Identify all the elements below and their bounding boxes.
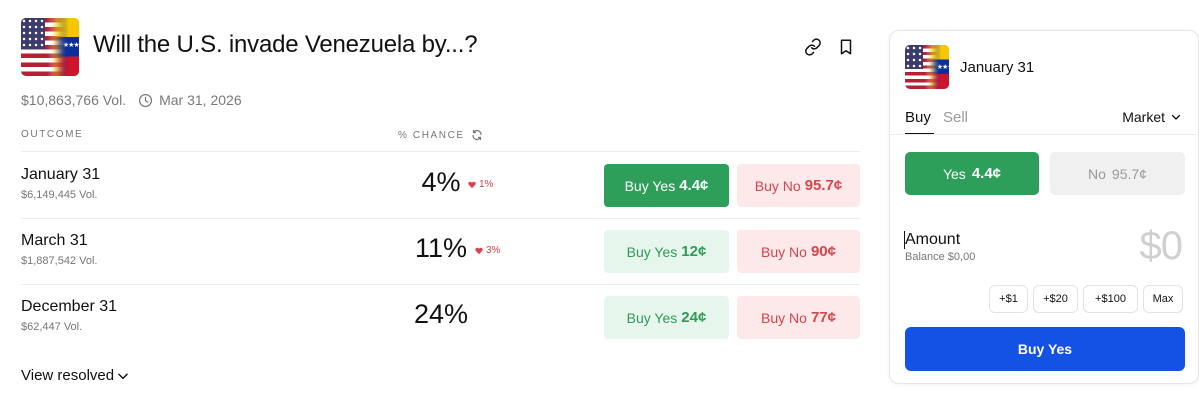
quick-add-1-button[interactable]: +$1 bbox=[989, 285, 1028, 313]
outcome-no-price: 95.7¢ bbox=[1111, 165, 1147, 182]
tab-buy[interactable]: Buy bbox=[905, 109, 934, 135]
outcome-volume: $6,149,445 Vol. bbox=[21, 189, 98, 201]
link-icon[interactable] bbox=[804, 38, 822, 56]
order-type-dropdown[interactable]: Market bbox=[1122, 109, 1182, 125]
market-end-date: Mar 31, 2026 bbox=[159, 92, 242, 108]
buy-no-label: Buy No bbox=[754, 177, 801, 194]
view-resolved-label: View resolved bbox=[21, 367, 115, 384]
submit-buy-button[interactable]: Buy Yes bbox=[905, 327, 1185, 371]
buy-yes-label: Buy Yes bbox=[626, 309, 678, 326]
buy-yes-price: 12¢ bbox=[681, 243, 707, 260]
amount-input[interactable]: $0 bbox=[1140, 224, 1183, 269]
outcome-row[interactable]: December 31 $62,447 Vol. 24% Buy Yes 24¢… bbox=[21, 284, 860, 350]
heart-down-icon bbox=[475, 247, 483, 254]
amount-label: Amount bbox=[903, 231, 961, 249]
outcome-column-header: OUTCOME bbox=[21, 129, 84, 140]
chance-column-label: % CHANCE bbox=[398, 129, 465, 141]
outcome-name: December 31 bbox=[21, 298, 118, 315]
market-title: Will the U.S. invade Venezuela by...? bbox=[93, 31, 478, 58]
outcome-row[interactable]: March 31 $1,887,542 Vol. 11% 3% Buy Yes … bbox=[21, 218, 860, 284]
balance-text: Balance $0,00 bbox=[905, 251, 976, 263]
order-type-label: Market bbox=[1122, 109, 1165, 125]
tab-sell[interactable]: Sell bbox=[943, 109, 968, 126]
market-flag-image bbox=[21, 18, 79, 76]
buy-no-button[interactable]: Buy No 95.7¢ bbox=[737, 164, 860, 207]
chance-change: 3% bbox=[475, 245, 500, 256]
bookmark-icon[interactable] bbox=[837, 38, 855, 56]
chance-change: 1% bbox=[468, 179, 493, 190]
trade-panel: January 31 Buy Sell Market Yes 4.4¢ No 9… bbox=[889, 30, 1199, 384]
buy-no-label: Buy No bbox=[761, 309, 807, 326]
outcome-flag-image bbox=[905, 45, 949, 89]
outcome-name: January 31 bbox=[21, 166, 101, 183]
chance-change-value: 3% bbox=[486, 245, 501, 256]
buy-yes-label: Buy Yes bbox=[624, 177, 676, 194]
chance-change-value: 1% bbox=[479, 179, 494, 190]
quick-add-20-button[interactable]: +$20 bbox=[1033, 285, 1078, 313]
chevron-down-icon bbox=[1171, 114, 1181, 120]
outcome-no-button[interactable]: No 95.7¢ bbox=[1050, 152, 1185, 195]
outcome-yes-price: 4.4¢ bbox=[971, 165, 1002, 182]
buy-no-price: 77¢ bbox=[810, 309, 836, 326]
buy-yes-button[interactable]: Buy Yes 24¢ bbox=[604, 296, 729, 339]
outcome-yes-button[interactable]: Yes 4.4¢ bbox=[905, 152, 1039, 195]
buy-no-button[interactable]: Buy No 77¢ bbox=[737, 296, 860, 339]
buy-yes-price: 4.4¢ bbox=[679, 177, 709, 194]
heart-down-icon bbox=[468, 181, 476, 188]
buy-yes-button[interactable]: Buy Yes 4.4¢ bbox=[604, 164, 729, 207]
market-meta: $10,863,766 Vol. Mar 31, 2026 bbox=[21, 92, 242, 108]
outcome-row[interactable]: January 31 $6,149,445 Vol. 4% 1% Buy Yes… bbox=[21, 152, 860, 218]
buy-no-price: 90¢ bbox=[810, 243, 836, 260]
outcome-yes-label: Yes bbox=[942, 165, 966, 182]
buy-no-label: Buy No bbox=[761, 243, 807, 260]
refresh-icon[interactable] bbox=[471, 129, 483, 141]
outcome-name: March 31 bbox=[21, 232, 88, 249]
clock-icon bbox=[139, 93, 153, 107]
quick-add-100-button[interactable]: +$100 bbox=[1083, 285, 1138, 313]
buy-yes-label: Buy Yes bbox=[626, 243, 678, 260]
outcome-volume: $62,447 Vol. bbox=[21, 321, 83, 333]
market-volume: $10,863,766 Vol. bbox=[21, 92, 127, 108]
outcome-chance: 24% bbox=[413, 299, 469, 329]
buy-no-price: 95.7¢ bbox=[804, 177, 843, 194]
divider bbox=[890, 134, 1199, 135]
chance-column-header: % CHANCE bbox=[398, 129, 483, 141]
buy-no-button[interactable]: Buy No 90¢ bbox=[737, 230, 860, 273]
outcome-volume: $1,887,542 Vol. bbox=[21, 255, 98, 267]
buy-yes-price: 24¢ bbox=[681, 309, 707, 326]
max-button[interactable]: Max bbox=[1143, 285, 1183, 313]
view-resolved-toggle[interactable]: View resolved bbox=[21, 367, 130, 384]
chevron-down-icon bbox=[118, 373, 128, 379]
outcome-no-label: No bbox=[1088, 165, 1106, 182]
trade-panel-title: January 31 bbox=[960, 59, 1035, 76]
buy-yes-button[interactable]: Buy Yes 12¢ bbox=[604, 230, 729, 273]
